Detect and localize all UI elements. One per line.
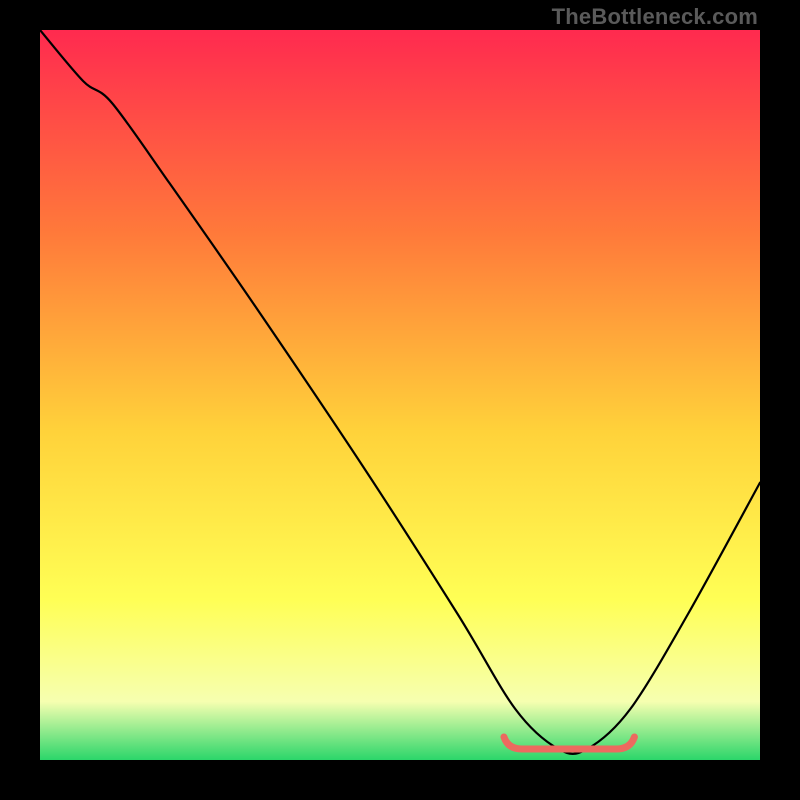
bottleneck-curve [40,30,760,754]
outer-frame: TheBottleneck.com [0,0,800,800]
plot-area [40,30,760,760]
optimal-range-marker [504,737,634,749]
watermark-text: TheBottleneck.com [552,4,758,30]
chart-svg [40,30,760,760]
